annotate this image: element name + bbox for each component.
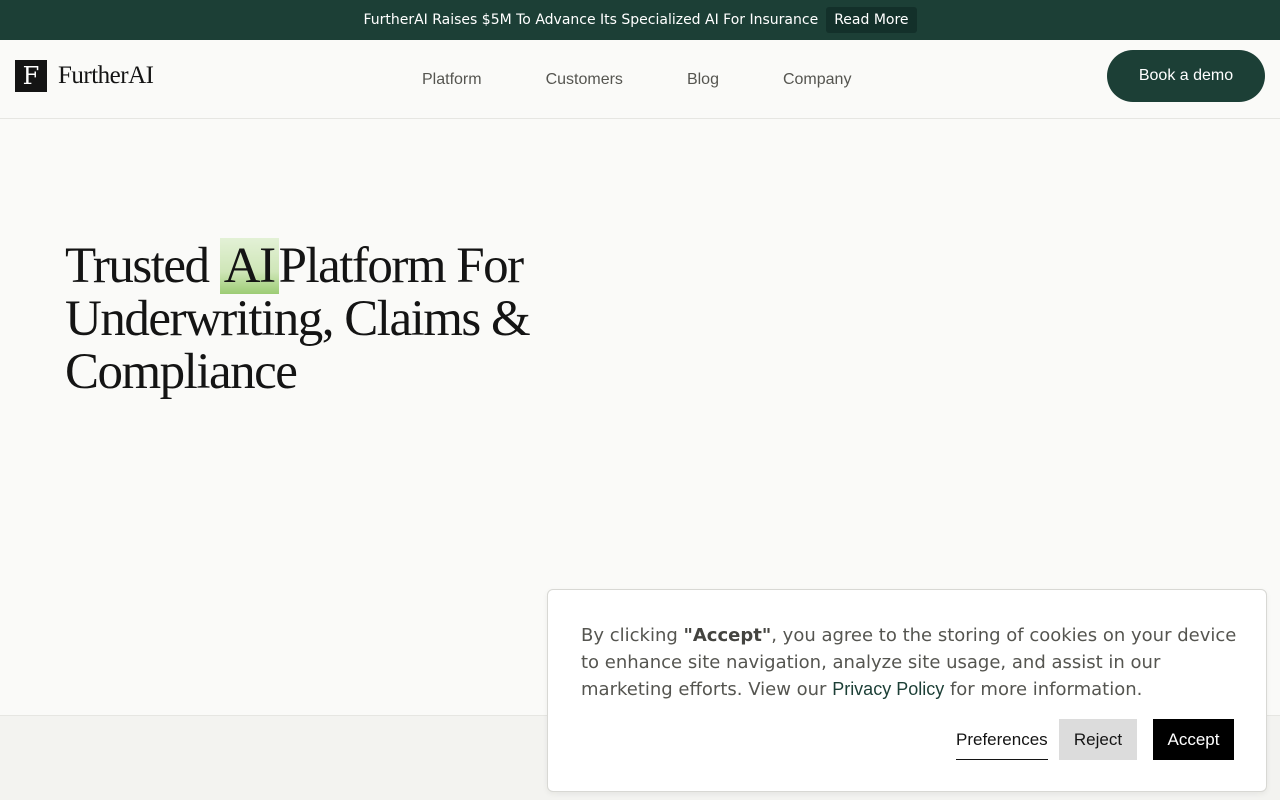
- cookie-text-after: for more information.: [944, 679, 1143, 700]
- reject-button[interactable]: Reject: [1059, 719, 1137, 760]
- cookie-banner: By clicking "Accept", you agree to the s…: [547, 589, 1267, 792]
- logo[interactable]: F FurtherAI: [15, 60, 154, 92]
- hero-title-highlight: AI: [219, 238, 279, 294]
- logo-text: FurtherAI: [58, 62, 154, 89]
- site-header: F FurtherAI Platform Customers Blog Comp…: [0, 40, 1280, 119]
- announcement-bar: FurtherAI Raises $5M To Advance Its Spec…: [0, 0, 1280, 40]
- hero-title: Trusted AIPlatform For Underwriting, Cla…: [65, 238, 585, 399]
- logo-icon: F: [15, 60, 47, 92]
- main-nav: Platform Customers Blog Company: [390, 40, 883, 119]
- cookie-text-bold: "Accept": [683, 625, 772, 646]
- privacy-policy-link[interactable]: Privacy Policy: [832, 679, 944, 699]
- accept-button[interactable]: Accept: [1153, 719, 1234, 760]
- book-demo-button[interactable]: Book a demo: [1107, 50, 1265, 102]
- announcement-text: FurtherAI Raises $5M To Advance Its Spec…: [363, 12, 819, 28]
- hero-title-part1: Trusted: [65, 238, 210, 294]
- nav-customers[interactable]: Customers: [514, 71, 655, 89]
- nav-platform[interactable]: Platform: [390, 71, 514, 89]
- preferences-button[interactable]: Preferences: [956, 720, 1048, 760]
- nav-company[interactable]: Company: [751, 71, 883, 89]
- cookie-text-before: By clicking: [581, 625, 684, 646]
- cookie-text: By clicking "Accept", you agree to the s…: [581, 622, 1241, 703]
- nav-blog[interactable]: Blog: [655, 71, 751, 89]
- read-more-button[interactable]: Read More: [826, 7, 917, 33]
